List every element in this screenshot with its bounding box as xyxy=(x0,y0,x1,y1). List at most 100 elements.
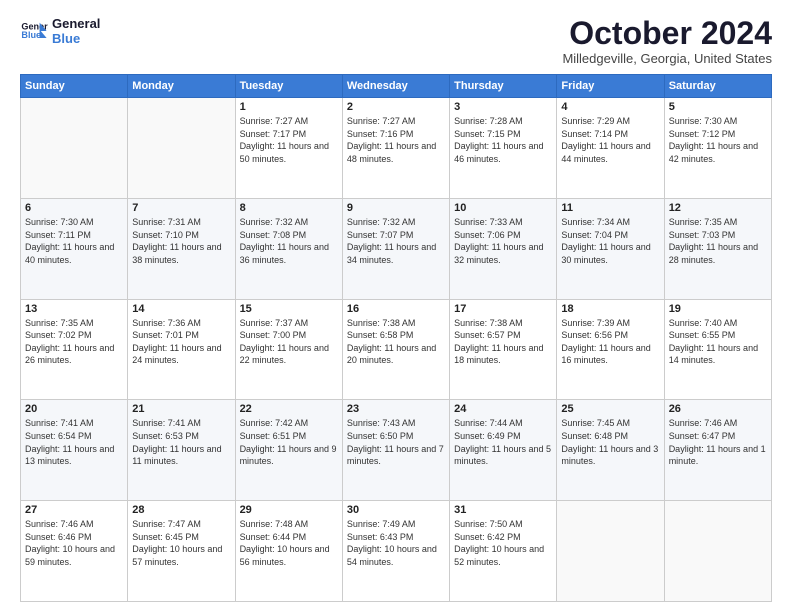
day-number: 12 xyxy=(669,202,767,214)
day-cell: 12 Sunrise: 7:35 AM Sunset: 7:03 PM Dayli… xyxy=(664,198,771,299)
day-number: 14 xyxy=(132,303,230,315)
day-number: 22 xyxy=(240,403,338,415)
day-cell: 24 Sunrise: 7:44 AM Sunset: 6:49 PM Dayli… xyxy=(450,400,557,501)
day-number: 13 xyxy=(25,303,123,315)
header-day-wednesday: Wednesday xyxy=(342,75,449,98)
day-cell: 17 Sunrise: 7:38 AM Sunset: 6:57 PM Dayli… xyxy=(450,299,557,400)
day-cell: 4Sunrise: 7:29 AM Sunset: 7:14 PM Daylig… xyxy=(557,98,664,199)
day-number: 1 xyxy=(240,101,338,113)
header: General Blue General Blue October 2024 M… xyxy=(20,16,772,66)
day-info: Sunrise: 7:38 AM Sunset: 6:58 PM Dayligh… xyxy=(347,317,445,367)
day-cell: 1Sunrise: 7:27 AM Sunset: 7:17 PM Daylig… xyxy=(235,98,342,199)
day-number: 18 xyxy=(561,303,659,315)
day-number: 9 xyxy=(347,202,445,214)
day-info: Sunrise: 7:32 AM Sunset: 7:07 PM Dayligh… xyxy=(347,216,445,266)
day-number: 25 xyxy=(561,403,659,415)
day-info: Sunrise: 7:49 AM Sunset: 6:43 PM Dayligh… xyxy=(347,518,445,568)
subtitle: Milledgeville, Georgia, United States xyxy=(562,51,772,66)
day-cell: 26 Sunrise: 7:46 AM Sunset: 6:47 PM Dayli… xyxy=(664,400,771,501)
day-cell: 16 Sunrise: 7:38 AM Sunset: 6:58 PM Dayli… xyxy=(342,299,449,400)
day-info: Sunrise: 7:27 AM Sunset: 7:16 PM Dayligh… xyxy=(347,115,445,165)
day-info: Sunrise: 7:46 AM Sunset: 6:46 PM Dayligh… xyxy=(25,518,123,568)
day-number: 28 xyxy=(132,504,230,516)
day-cell: 25 Sunrise: 7:45 AM Sunset: 6:48 PM Dayli… xyxy=(557,400,664,501)
day-info: Sunrise: 7:36 AM Sunset: 7:01 PM Dayligh… xyxy=(132,317,230,367)
day-number: 20 xyxy=(25,403,123,415)
day-number: 27 xyxy=(25,504,123,516)
svg-text:Blue: Blue xyxy=(21,30,41,40)
day-info: Sunrise: 7:35 AM Sunset: 7:02 PM Dayligh… xyxy=(25,317,123,367)
week-row-2: 6 Sunrise: 7:30 AM Sunset: 7:11 PM Daylig… xyxy=(21,198,772,299)
day-number: 15 xyxy=(240,303,338,315)
day-cell xyxy=(128,98,235,199)
day-cell xyxy=(21,98,128,199)
day-info: Sunrise: 7:40 AM Sunset: 6:55 PM Dayligh… xyxy=(669,317,767,367)
title-area: October 2024 Milledgeville, Georgia, Uni… xyxy=(562,16,772,66)
day-info: Sunrise: 7:34 AM Sunset: 7:04 PM Dayligh… xyxy=(561,216,659,266)
day-cell: 10Sunrise: 7:33 AM Sunset: 7:06 PM Dayli… xyxy=(450,198,557,299)
day-info: Sunrise: 7:30 AM Sunset: 7:12 PM Dayligh… xyxy=(669,115,767,165)
header-day-monday: Monday xyxy=(128,75,235,98)
day-cell: 21Sunrise: 7:41 AM Sunset: 6:53 PM Dayli… xyxy=(128,400,235,501)
day-cell: 22 Sunrise: 7:42 AM Sunset: 6:51 PM Dayli… xyxy=(235,400,342,501)
day-number: 19 xyxy=(669,303,767,315)
day-number: 23 xyxy=(347,403,445,415)
day-info: Sunrise: 7:46 AM Sunset: 6:47 PM Dayligh… xyxy=(669,417,767,467)
day-info: Sunrise: 7:30 AM Sunset: 7:11 PM Dayligh… xyxy=(25,216,123,266)
day-info: Sunrise: 7:48 AM Sunset: 6:44 PM Dayligh… xyxy=(240,518,338,568)
day-info: Sunrise: 7:42 AM Sunset: 6:51 PM Dayligh… xyxy=(240,417,338,467)
page: General Blue General Blue October 2024 M… xyxy=(0,0,792,612)
day-cell: 7Sunrise: 7:31 AM Sunset: 7:10 PM Daylig… xyxy=(128,198,235,299)
logo-icon: General Blue xyxy=(20,17,48,45)
day-info: Sunrise: 7:45 AM Sunset: 6:48 PM Dayligh… xyxy=(561,417,659,467)
day-cell: 8Sunrise: 7:32 AM Sunset: 7:08 PM Daylig… xyxy=(235,198,342,299)
day-number: 24 xyxy=(454,403,552,415)
day-cell: 3 Sunrise: 7:28 AM Sunset: 7:15 PM Daylig… xyxy=(450,98,557,199)
day-cell: 14 Sunrise: 7:36 AM Sunset: 7:01 PM Dayli… xyxy=(128,299,235,400)
day-cell: 28 Sunrise: 7:47 AM Sunset: 6:45 PM Dayli… xyxy=(128,501,235,602)
header-day-friday: Friday xyxy=(557,75,664,98)
day-cell: 19 Sunrise: 7:40 AM Sunset: 6:55 PM Dayli… xyxy=(664,299,771,400)
day-info: Sunrise: 7:38 AM Sunset: 6:57 PM Dayligh… xyxy=(454,317,552,367)
day-cell: 20Sunrise: 7:41 AM Sunset: 6:54 PM Dayli… xyxy=(21,400,128,501)
day-number: 26 xyxy=(669,403,767,415)
day-number: 10 xyxy=(454,202,552,214)
day-number: 8 xyxy=(240,202,338,214)
header-day-tuesday: Tuesday xyxy=(235,75,342,98)
day-number: 17 xyxy=(454,303,552,315)
day-number: 29 xyxy=(240,504,338,516)
day-number: 21 xyxy=(132,403,230,415)
day-info: Sunrise: 7:31 AM Sunset: 7:10 PM Dayligh… xyxy=(132,216,230,266)
month-title: October 2024 xyxy=(562,16,772,51)
day-cell: 6 Sunrise: 7:30 AM Sunset: 7:11 PM Daylig… xyxy=(21,198,128,299)
day-info: Sunrise: 7:28 AM Sunset: 7:15 PM Dayligh… xyxy=(454,115,552,165)
header-day-sunday: Sunday xyxy=(21,75,128,98)
day-info: Sunrise: 7:35 AM Sunset: 7:03 PM Dayligh… xyxy=(669,216,767,266)
day-info: Sunrise: 7:44 AM Sunset: 6:49 PM Dayligh… xyxy=(454,417,552,467)
day-cell xyxy=(557,501,664,602)
day-number: 11 xyxy=(561,202,659,214)
day-info: Sunrise: 7:43 AM Sunset: 6:50 PM Dayligh… xyxy=(347,417,445,467)
day-cell: 31 Sunrise: 7:50 AM Sunset: 6:42 PM Dayli… xyxy=(450,501,557,602)
day-info: Sunrise: 7:50 AM Sunset: 6:42 PM Dayligh… xyxy=(454,518,552,568)
day-cell: 15Sunrise: 7:37 AM Sunset: 7:00 PM Dayli… xyxy=(235,299,342,400)
day-number: 16 xyxy=(347,303,445,315)
day-number: 6 xyxy=(25,202,123,214)
logo: General Blue General Blue xyxy=(20,16,100,46)
header-day-thursday: Thursday xyxy=(450,75,557,98)
day-cell: 5Sunrise: 7:30 AM Sunset: 7:12 PM Daylig… xyxy=(664,98,771,199)
day-info: Sunrise: 7:47 AM Sunset: 6:45 PM Dayligh… xyxy=(132,518,230,568)
day-cell: 9 Sunrise: 7:32 AM Sunset: 7:07 PM Daylig… xyxy=(342,198,449,299)
day-cell: 23 Sunrise: 7:43 AM Sunset: 6:50 PM Dayli… xyxy=(342,400,449,501)
day-number: 2 xyxy=(347,101,445,113)
day-cell: 29 Sunrise: 7:48 AM Sunset: 6:44 PM Dayli… xyxy=(235,501,342,602)
day-cell: 11 Sunrise: 7:34 AM Sunset: 7:04 PM Dayli… xyxy=(557,198,664,299)
day-number: 4 xyxy=(561,101,659,113)
header-day-saturday: Saturday xyxy=(664,75,771,98)
day-number: 31 xyxy=(454,504,552,516)
day-cell: 2 Sunrise: 7:27 AM Sunset: 7:16 PM Daylig… xyxy=(342,98,449,199)
day-number: 3 xyxy=(454,101,552,113)
day-cell: 30Sunrise: 7:49 AM Sunset: 6:43 PM Dayli… xyxy=(342,501,449,602)
week-row-1: 1Sunrise: 7:27 AM Sunset: 7:17 PM Daylig… xyxy=(21,98,772,199)
day-cell: 27 Sunrise: 7:46 AM Sunset: 6:46 PM Dayli… xyxy=(21,501,128,602)
